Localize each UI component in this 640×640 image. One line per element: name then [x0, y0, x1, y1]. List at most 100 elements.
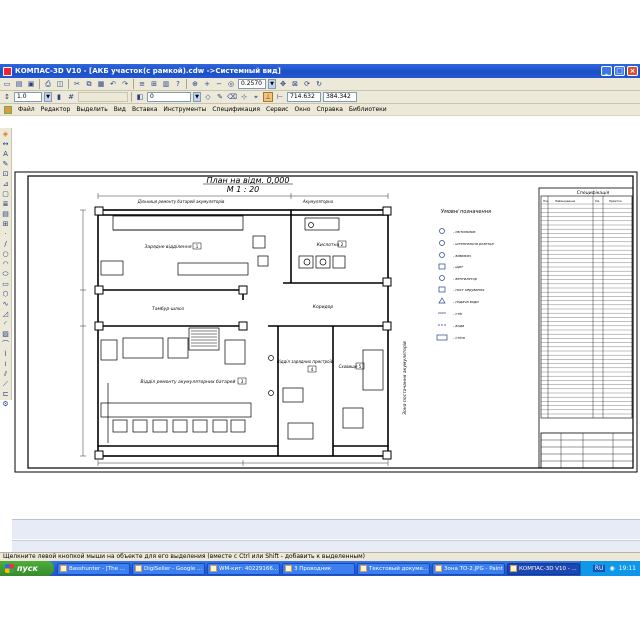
menu-item-tools[interactable]: Инструменты: [163, 106, 206, 113]
minimize-button[interactable]: _: [601, 66, 612, 76]
open-folder-icon[interactable]: ▤: [14, 79, 24, 89]
geometry-panel-icon[interactable]: ◈: [1, 130, 10, 138]
language-indicator[interactable]: RU: [592, 565, 606, 572]
zoom-dropdown[interactable]: ▼: [268, 79, 276, 89]
clock[interactable]: 19:11: [619, 565, 636, 572]
arrow-icon[interactable]: ↕: [2, 92, 12, 102]
menu-item-libraries[interactable]: Библиотеки: [349, 106, 387, 113]
document-icon[interactable]: [4, 105, 12, 114]
paste-icon[interactable]: ▦: [96, 79, 106, 89]
zoom-window-icon[interactable]: ⊕: [190, 79, 200, 89]
select-panel-icon[interactable]: ▢: [1, 190, 10, 198]
snap-icon[interactable]: ⌖: [251, 92, 261, 102]
menu-item-insert[interactable]: Вставка: [132, 106, 157, 113]
taskbar-item[interactable]: 3 Проводник: [282, 562, 355, 575]
maximize-button[interactable]: □: [614, 66, 625, 76]
manager-icon[interactable]: ⊞: [149, 79, 159, 89]
insert-panel-icon[interactable]: ⊞: [1, 220, 10, 228]
chamfer-icon[interactable]: ◿: [1, 310, 10, 318]
auxiliary-line-icon[interactable]: ⟋: [1, 380, 10, 388]
layer-dropdown[interactable]: ▼: [193, 92, 201, 102]
close-button[interactable]: ×: [627, 66, 638, 76]
menu-item-specification[interactable]: Спецификация: [212, 106, 260, 113]
style-icon[interactable]: ▮: [54, 92, 64, 102]
cut-icon[interactable]: ✂: [72, 79, 82, 89]
local-cs-icon[interactable]: ⊢: [275, 92, 285, 102]
drawing-canvas[interactable]: План на відм. 0,000 М 1 : 20 Дільниця ре…: [13, 118, 640, 518]
save-icon[interactable]: ▣: [26, 79, 36, 89]
menu-item-help[interactable]: Справка: [316, 106, 342, 113]
taskbar-item[interactable]: DigiSeller - Google ...: [132, 562, 205, 575]
start-button[interactable]: пуск: [0, 561, 54, 576]
taskbar-item[interactable]: Текстовый докуме...: [357, 562, 430, 575]
style-field[interactable]: [78, 92, 128, 102]
polyline-icon[interactable]: ⌇: [1, 350, 10, 358]
copy-icon[interactable]: ⧉: [84, 79, 94, 89]
symbols-panel-icon[interactable]: A: [1, 150, 10, 158]
property-panel[interactable]: [12, 519, 640, 539]
cursor-y-field[interactable]: 384.342: [323, 92, 357, 102]
measure-panel-icon[interactable]: ⊿: [1, 180, 10, 188]
menu-item-file[interactable]: Файл: [18, 106, 35, 113]
rectangle-icon[interactable]: ▭: [1, 280, 10, 288]
fillet-icon[interactable]: ◜: [1, 320, 10, 328]
library-icon[interactable]: ▥: [161, 79, 171, 89]
undo-icon[interactable]: ↶: [108, 79, 118, 89]
new-document-icon[interactable]: ▭: [2, 79, 12, 89]
menu-item-service[interactable]: Сервис: [266, 106, 288, 113]
macro-icon[interactable]: ⚙: [1, 400, 10, 408]
spline-icon[interactable]: ∿: [1, 300, 10, 308]
polygon-icon[interactable]: ⬡: [1, 290, 10, 298]
pan-icon[interactable]: ✥: [278, 79, 288, 89]
dimensions-panel-icon[interactable]: ↔: [1, 140, 10, 148]
taskbar-item[interactable]: Зона ТО-2.JPG - Paint: [432, 562, 505, 575]
pencil-icon[interactable]: ✎: [215, 92, 225, 102]
zoom-out-icon[interactable]: −: [214, 79, 224, 89]
taskbar-item[interactable]: WM-кит: 40229166...: [207, 562, 280, 575]
network-icon[interactable]: ◉: [609, 565, 614, 572]
scale-dropdown[interactable]: ▼: [44, 92, 52, 102]
layer-input[interactable]: 0: [147, 92, 191, 102]
taskbar-item-active[interactable]: КОМПАС-3D V10 - ...: [507, 562, 580, 575]
layer-icon[interactable]: ◧: [135, 92, 145, 102]
taskbar-item[interactable]: Basshunter - [The ...: [57, 562, 130, 575]
circle-icon[interactable]: ○: [1, 250, 10, 258]
bezier-icon[interactable]: ≀: [1, 360, 10, 368]
properties-icon[interactable]: ≡: [137, 79, 147, 89]
arc-icon[interactable]: ◠: [1, 260, 10, 268]
edit-panel-icon[interactable]: ✎: [1, 160, 10, 168]
cursor-icon[interactable]: ⊹: [239, 92, 249, 102]
menu-item-editor[interactable]: Редактор: [41, 106, 71, 113]
help-icon[interactable]: ?: [173, 79, 183, 89]
parametrization-panel-icon[interactable]: ⊡: [1, 170, 10, 178]
refresh-icon[interactable]: ⟳: [302, 79, 312, 89]
redo-icon[interactable]: ↷: [120, 79, 130, 89]
collect-contour-icon[interactable]: ⊏: [1, 390, 10, 398]
zoom-input[interactable]: 0.2570: [238, 79, 266, 89]
point-icon[interactable]: ·: [1, 230, 10, 238]
menu-item-select[interactable]: Выделить: [76, 106, 107, 113]
ellipse-icon[interactable]: ⬭: [1, 270, 10, 278]
equidistant-icon[interactable]: ⫽: [1, 370, 10, 378]
menu-item-window[interactable]: Окно: [294, 106, 310, 113]
spec-panel-icon[interactable]: ≣: [1, 200, 10, 208]
menu-item-view[interactable]: Вид: [114, 106, 126, 113]
zoom-previous-icon[interactable]: ◎: [226, 79, 236, 89]
eraser-icon[interactable]: ⌫: [227, 92, 237, 102]
line-icon[interactable]: /: [1, 240, 10, 248]
scale-input[interactable]: 1.0: [14, 92, 42, 102]
ortho-mode-icon[interactable]: ⊥: [263, 92, 273, 102]
contour-icon[interactable]: ⌒: [1, 340, 10, 348]
view-icon[interactable]: ◇: [203, 92, 213, 102]
print-icon[interactable]: ⎙: [43, 79, 53, 89]
grid-icon[interactable]: #: [66, 92, 76, 102]
rotate-icon[interactable]: ↻: [314, 79, 324, 89]
zoom-in-icon[interactable]: +: [202, 79, 212, 89]
preview-icon[interactable]: ◫: [55, 79, 65, 89]
reports-panel-icon[interactable]: ▤: [1, 210, 10, 218]
hatch-icon[interactable]: ▨: [1, 330, 10, 338]
show-all-icon[interactable]: ⊠: [290, 79, 300, 89]
property-panel-tabs[interactable]: [12, 540, 640, 552]
window-titlebar[interactable]: КОМПАС-3D V10 - [АКБ участок(с рамкой).c…: [0, 64, 640, 78]
cursor-x-field[interactable]: 714.632: [287, 92, 321, 102]
